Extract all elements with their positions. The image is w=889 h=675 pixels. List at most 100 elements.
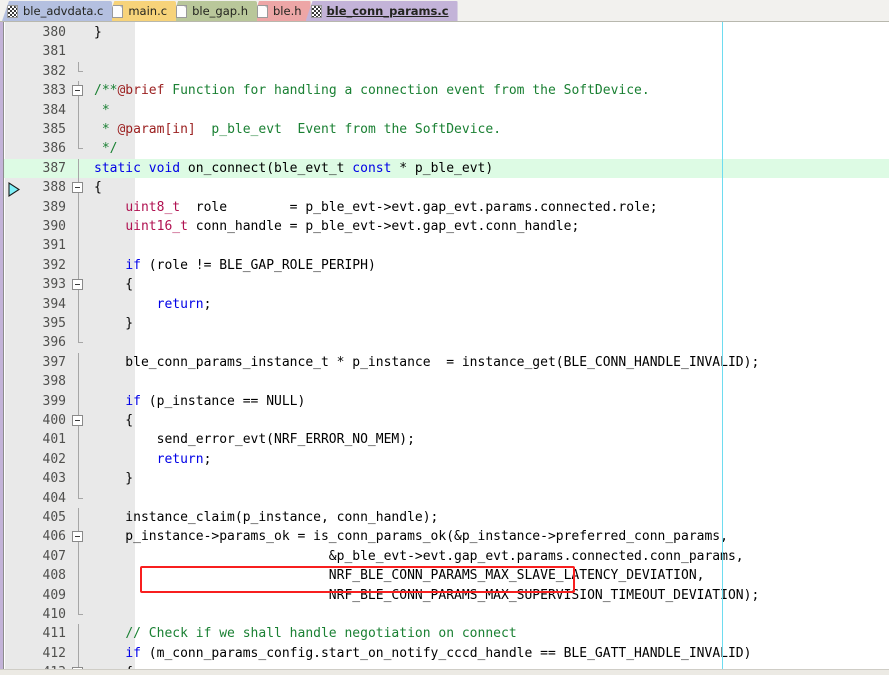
tab-label: ble_gap.h — [192, 4, 248, 18]
code-line[interactable]: 397 ble_conn_params_instance_t * p_insta… — [0, 352, 889, 373]
fold-column[interactable] — [71, 663, 86, 669]
code-line[interactable]: 399 if (p_instance == NULL) — [0, 391, 889, 411]
fold-column — [71, 449, 86, 470]
code-line[interactable]: 402 return; — [0, 449, 889, 470]
code-text: { — [94, 277, 134, 293]
code-text: { — [94, 180, 102, 196]
code-text: uint16_t conn_handle = p_ble_evt->evt.ga… — [125, 219, 580, 234]
code-line[interactable]: 405 instance_claim(p_instance, conn_hand… — [0, 508, 889, 528]
fold-collapse-icon[interactable] — [72, 531, 83, 543]
fold-column[interactable] — [71, 178, 86, 198]
code-line[interactable]: 396 — [0, 333, 889, 352]
code-line[interactable]: 404 — [0, 488, 889, 508]
code-line[interactable]: 394 return; — [0, 294, 889, 314]
tab-label: main.c — [128, 4, 168, 18]
fold-column[interactable] — [71, 527, 86, 547]
code-text: * — [94, 102, 110, 118]
line-number: 404 — [42, 490, 66, 506]
code-line[interactable]: 385 * @param[in] p_ble_evt Event from th… — [0, 120, 889, 140]
line-number: 402 — [42, 451, 66, 467]
code-line[interactable]: 383 /**@brief Function for handling a con… — [0, 81, 889, 101]
fold-collapse-icon[interactable] — [72, 415, 83, 426]
code-text: // Check if we shall handle negotiation … — [125, 626, 517, 642]
code-line[interactable]: 411 // Check if we shall handle negotiat… — [0, 624, 889, 644]
code-line[interactable]: 401 send_error_evt(NRF_ERROR_NO_MEM); — [0, 430, 889, 450]
line-number: 391 — [42, 238, 66, 254]
code-line[interactable]: 389 uint8_t role = p_ble_evt->evt.gap_ev… — [0, 197, 889, 217]
line-number: 408 — [42, 568, 66, 584]
code-line[interactable]: 413 { — [0, 663, 889, 669]
code-line[interactable]: 382 — [0, 61, 889, 81]
line-number: 406 — [42, 529, 66, 545]
file-icon — [112, 4, 124, 18]
tab-ble-gap-h[interactable]: ble_gap.h — [171, 1, 257, 21]
code-line[interactable]: 390 uint16_t conn_handle = p_ble_evt->ev… — [0, 217, 889, 237]
fold-column — [71, 236, 86, 256]
code-line[interactable]: 395 } — [0, 314, 889, 334]
code-line[interactable]: 410 — [0, 605, 889, 624]
horizontal-scrollbar[interactable] — [0, 669, 889, 675]
tab-ble-h[interactable]: ble.h — [252, 1, 311, 21]
code-line[interactable]: 409 NRF_BLE_CONN_PARAMS_MAX_SUPERVISION_… — [0, 585, 889, 605]
tab-ble-advdata-c[interactable]: ble_advdata.c — [2, 1, 113, 21]
code-line[interactable]: 388{ — [0, 178, 889, 198]
line-number: 384 — [42, 102, 66, 118]
code-content[interactable]: 380} 381 382 383 /**@brief Function for hand… — [0, 22, 889, 669]
fold-column — [71, 508, 86, 528]
code-line[interactable]: 387 static void on_connect(ble_evt_t cons… — [0, 158, 889, 179]
line-number: 383 — [42, 83, 66, 99]
code-line[interactable]: 407 &p_ble_evt->evt.gap_evt.params.conne… — [0, 546, 889, 567]
code-editor-pane[interactable]: 380} 381 382 383 /**@brief Function for hand… — [0, 21, 889, 669]
fold-column — [71, 469, 86, 489]
code-line[interactable]: 412 if (m_conn_params_config.start_on_no… — [0, 643, 889, 664]
line-number: 380 — [42, 25, 66, 40]
tab-label: ble_advdata.c — [23, 4, 104, 18]
code-line[interactable]: 403 } — [0, 469, 889, 489]
tab-main-c[interactable]: main.c — [107, 1, 177, 21]
fold-collapse-icon[interactable] — [72, 85, 83, 97]
line-number: 389 — [42, 199, 66, 215]
line-number: 395 — [42, 316, 66, 331]
code-text: uint8_t role = p_ble_evt->evt.gap_evt.pa… — [125, 199, 658, 215]
fold-column — [71, 430, 86, 450]
line-number: 399 — [42, 393, 66, 409]
fold-collapse-icon[interactable] — [72, 182, 83, 194]
code-line[interactable]: 406 p_instance->params_ok = is_conn_para… — [0, 527, 889, 547]
code-line[interactable]: 408 NRF_BLE_CONN_PARAMS_MAX_SLAVE_LATENC… — [0, 566, 889, 586]
fold-column — [71, 333, 86, 352]
line-number: 386 — [42, 141, 66, 157]
code-line[interactable]: 398 — [0, 372, 889, 392]
code-line[interactable]: 393 { — [0, 275, 889, 295]
code-text: send_error_evt(NRF_ERROR_NO_MEM); — [94, 432, 415, 448]
tab-ble-conn-params-c[interactable]: ble_conn_params.c — [305, 1, 458, 21]
code-line[interactable]: 380} — [0, 23, 889, 42]
fold-column[interactable] — [71, 275, 86, 295]
line-number: 385 — [42, 122, 66, 137]
line-number: 397 — [42, 354, 66, 370]
code-line[interactable]: 386 */ — [0, 139, 889, 158]
fold-column[interactable] — [71, 81, 86, 101]
code-line[interactable]: 392 if (role != BLE_GAP_ROLE_PERIPH) — [0, 255, 889, 276]
fold-column[interactable] — [71, 411, 86, 431]
code-line[interactable]: 400 { — [0, 411, 889, 431]
line-number: 405 — [42, 510, 66, 525]
file-icon — [176, 4, 188, 18]
code-text: * @param[in] p_ble_evt Event from the So… — [94, 122, 502, 137]
fold-collapse-icon[interactable] — [72, 667, 83, 669]
code-text: if (role != BLE_GAP_ROLE_PERIPH) — [125, 257, 376, 273]
code-text: static void on_connect(ble_evt_t const *… — [94, 160, 494, 176]
code-line[interactable]: 384 * — [0, 100, 889, 120]
column-guide-line — [722, 22, 723, 669]
file-checkered-icon — [310, 4, 322, 18]
fold-column — [71, 391, 86, 411]
fold-collapse-icon[interactable] — [72, 279, 83, 291]
code-line[interactable]: 381 — [0, 42, 889, 61]
fold-column — [71, 255, 86, 276]
fold-column — [71, 546, 86, 567]
code-text: */ — [94, 141, 118, 157]
code-text: NRF_BLE_CONN_PARAMS_MAX_SLAVE_LATENCY_DE… — [94, 568, 705, 584]
code-line[interactable]: 391 — [0, 236, 889, 256]
code-text: return; — [156, 296, 212, 312]
change-bar-strip — [0, 22, 4, 669]
fold-column — [71, 100, 86, 120]
